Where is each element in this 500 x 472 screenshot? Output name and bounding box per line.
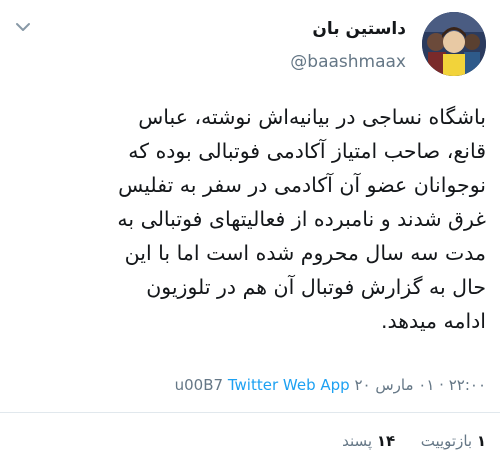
likes-label: پسند [342,432,373,450]
tweet-source-link[interactable]: Twitter Web App [228,376,350,394]
divider [0,412,500,413]
meta-separator: u00B7 [174,376,224,394]
tweet-stats: ۱ بازتوییت ۱۴ پسند [342,432,486,450]
tweet-text: باشگاه نساجی در بیانیه‌اش نوشته، عباس قا… [117,105,486,333]
avatar[interactable] [422,12,486,76]
likes-stat[interactable]: ۱۴ پسند [342,432,395,450]
retweets-label: بازتوییت [420,432,473,450]
tweet-timestamp[interactable]: ۲۲:۰۰ · ۰۱ مارس ۲۰ [354,376,486,394]
author-names: داستین بان @baashmaax [290,18,406,74]
author-display-name[interactable]: داستین بان [290,18,406,40]
author-handle[interactable]: @baashmaax [290,50,406,74]
tweet-header: داستین بان @baashmaax [0,0,500,90]
likes-count: ۱۴ [376,432,396,450]
tweet-meta: ۲۲:۰۰ · ۰۱ مارس ۲۰ u00B7 Twitter Web App [175,376,486,394]
chevron-down-icon[interactable] [14,18,32,36]
retweets-count: ۱ [476,432,486,450]
retweets-stat[interactable]: ۱ بازتوییت [416,432,486,450]
